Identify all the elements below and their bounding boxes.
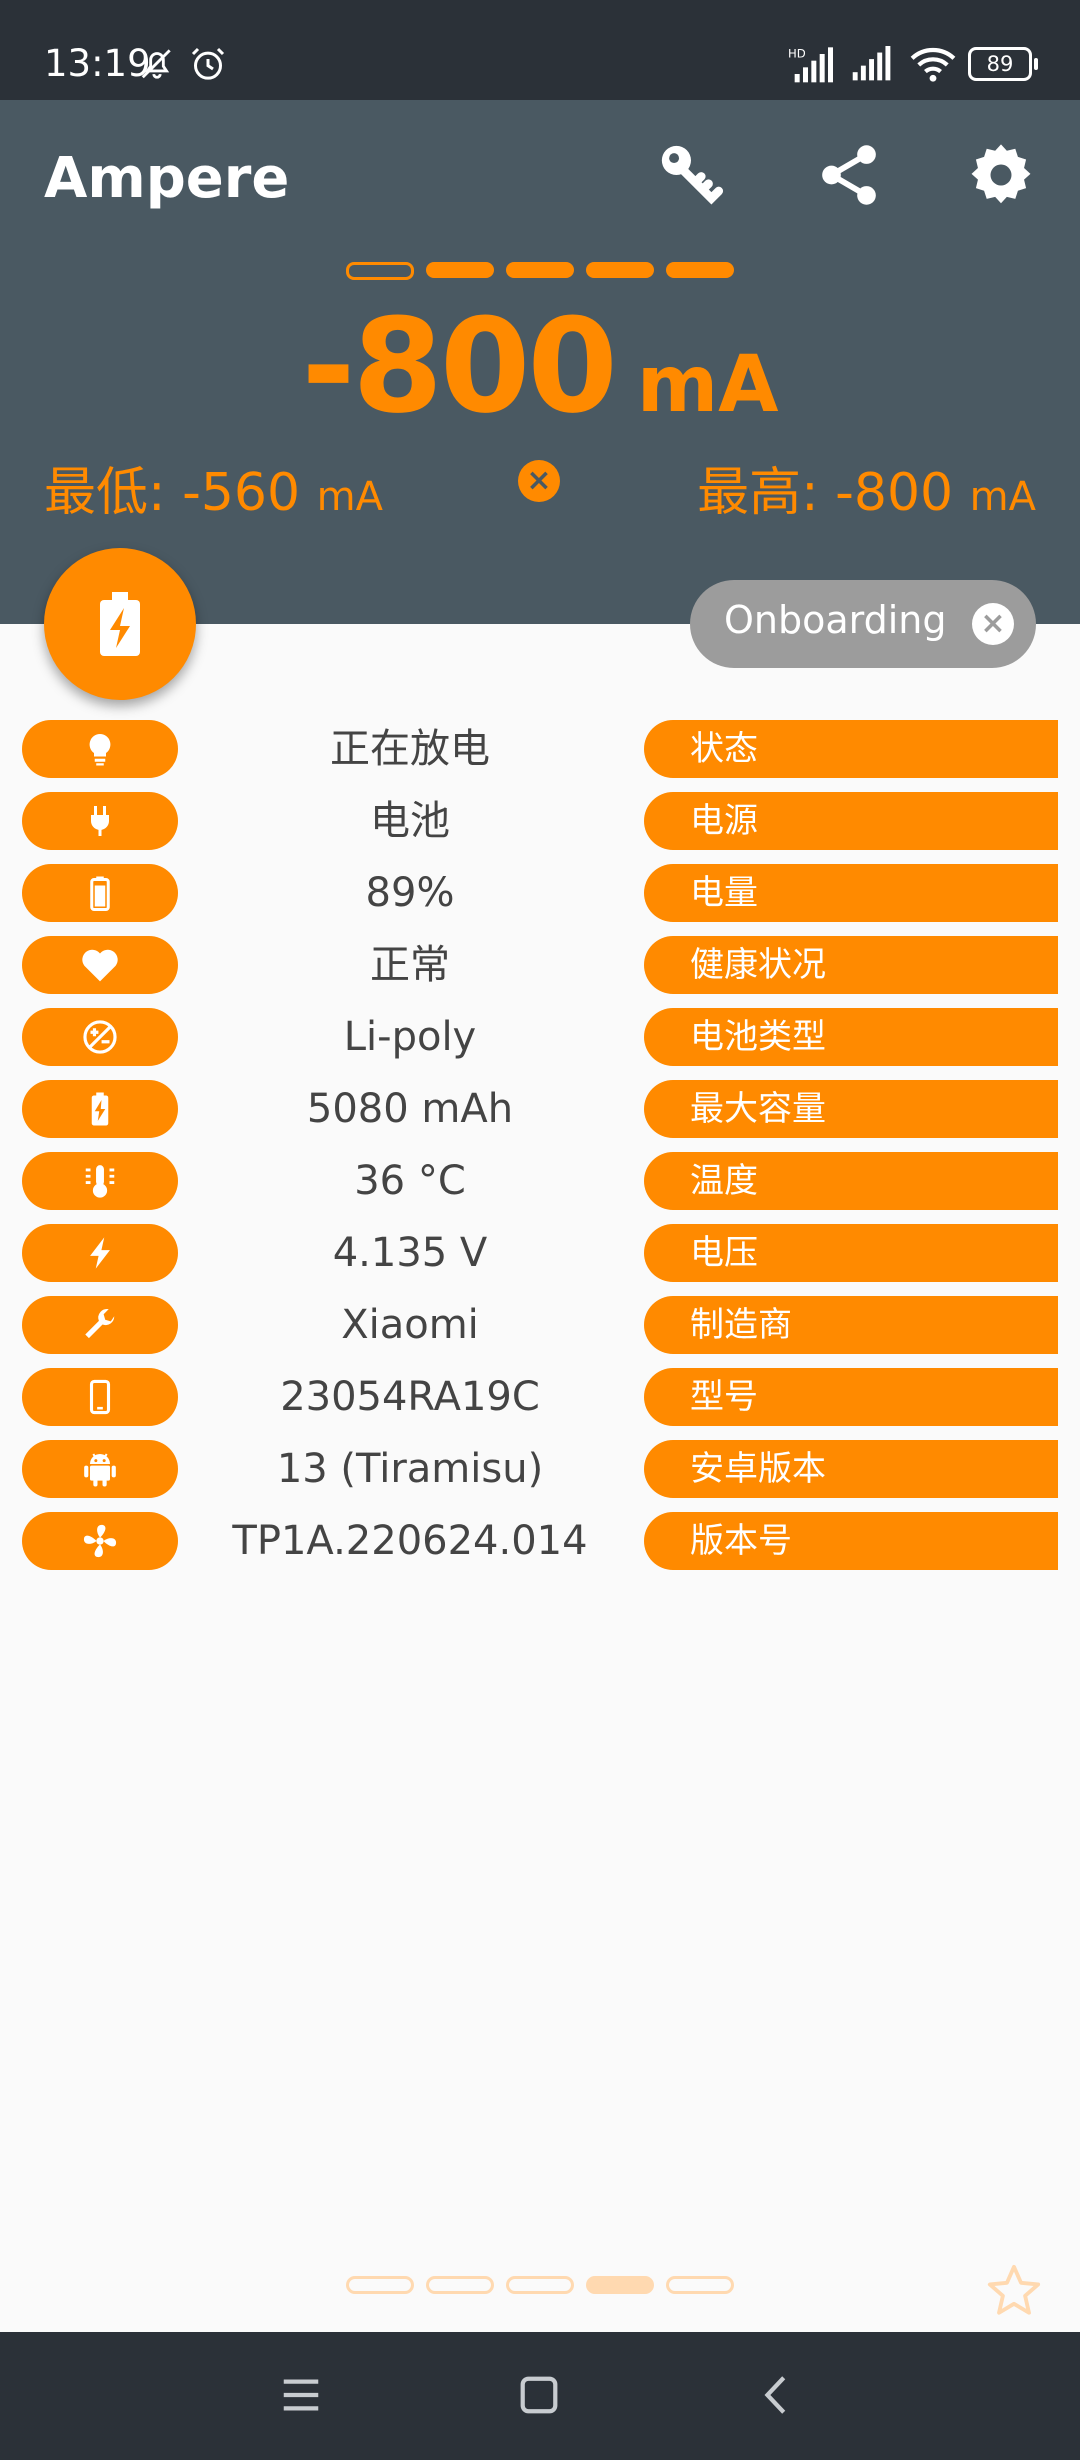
max-value: -800	[835, 463, 954, 523]
settings-gear-icon[interactable]	[966, 140, 1036, 210]
max-unit: mA	[969, 474, 1036, 520]
plug-icon	[22, 792, 178, 850]
current-reading: -800 mA	[0, 290, 1080, 442]
page-dot[interactable]	[506, 2276, 574, 2294]
chip-close-icon[interactable]: ×	[972, 603, 1014, 645]
info-label: 安卓版本	[644, 1440, 1058, 1498]
info-label: 制造商	[644, 1296, 1058, 1354]
key-icon[interactable]	[656, 140, 726, 210]
info-row-manufacturer: Xiaomi 制造商	[0, 1294, 1080, 1366]
min-value: -560	[182, 463, 301, 523]
info-row-status: 正在放电 状态	[0, 718, 1080, 790]
max-label: 最高:	[697, 463, 819, 523]
info-label: 电源	[644, 792, 1058, 850]
min-reading: 最低: -560 mA	[44, 450, 383, 525]
info-value: 正常	[370, 942, 450, 988]
info-row-power-source: 电池 电源	[0, 790, 1080, 862]
svg-text:HD: HD	[788, 46, 806, 60]
info-value: 36 °C	[354, 1158, 466, 1204]
menu-icon[interactable]	[278, 2372, 324, 2418]
wrench-icon	[22, 1296, 178, 1354]
lightning-icon	[22, 1224, 178, 1282]
page-dot[interactable]	[426, 2276, 494, 2294]
home-icon[interactable]	[516, 2372, 562, 2418]
share-icon[interactable]	[814, 140, 884, 210]
heart-icon	[22, 936, 178, 994]
battery-level-indicator: 89	[968, 47, 1038, 81]
info-value: 4.135 V	[332, 1230, 488, 1276]
page-dot[interactable]	[346, 262, 414, 280]
signal-icon	[852, 46, 891, 81]
page-dot[interactable]	[346, 2276, 414, 2294]
page-dot[interactable]	[426, 262, 494, 278]
info-row-model: 23054RA19C 型号	[0, 1366, 1080, 1438]
info-row-android-version: 13 (Tiramisu) 安卓版本	[0, 1438, 1080, 1510]
info-row-capacity: 5080 mAh 最大容量	[0, 1078, 1080, 1150]
battery-info-list: 正在放电 状态 电池 电源 89% 电量 正常 健康状况 Li-poly 电池类…	[0, 718, 1080, 1582]
battery-charging-icon	[22, 1080, 178, 1138]
bulb-icon	[22, 720, 178, 778]
current-unit: mA	[636, 340, 779, 430]
info-label: 版本号	[644, 1512, 1058, 1570]
page-dot[interactable]	[666, 262, 734, 278]
info-value: 电池	[370, 798, 450, 844]
info-label: 健康状况	[644, 936, 1058, 994]
android-icon	[22, 1440, 178, 1498]
page-indicator-bottom	[0, 2276, 1080, 2294]
wifi-icon	[910, 47, 956, 82]
thermometer-icon	[22, 1152, 178, 1210]
page-indicator-top	[0, 262, 1080, 280]
phone-icon	[22, 1368, 178, 1426]
info-label: 温度	[644, 1152, 1058, 1210]
info-value: 正在放电	[330, 726, 490, 772]
battery-charging-icon	[100, 592, 140, 656]
info-value: Xiaomi	[341, 1302, 479, 1348]
signal-hd-icon: HD	[788, 46, 833, 83]
reset-minmax-button[interactable]: ×	[518, 460, 560, 502]
current-value: -800	[301, 290, 618, 442]
max-reading: 最高: -800 mA	[697, 450, 1036, 525]
info-row-build-number: TP1A.220624.014 版本号	[0, 1510, 1080, 1582]
info-value: Li-poly	[343, 1014, 477, 1060]
page-dot-active[interactable]	[586, 2276, 654, 2294]
page-dot[interactable]	[586, 262, 654, 278]
info-label: 电池类型	[644, 1008, 1058, 1066]
info-row-voltage: 4.135 V 电压	[0, 1222, 1080, 1294]
battery-type-icon	[22, 1008, 178, 1066]
system-nav-bar	[0, 2332, 1080, 2460]
info-row-battery-type: Li-poly 电池类型	[0, 1006, 1080, 1078]
alarm-icon	[191, 47, 225, 80]
fan-icon	[22, 1512, 178, 1570]
info-value: 23054RA19C	[280, 1374, 540, 1420]
info-value: TP1A.220624.014	[232, 1518, 588, 1564]
onboarding-chip[interactable]: Onboarding ×	[690, 580, 1036, 668]
info-label: 电压	[644, 1224, 1058, 1282]
app-header: Ampere -800 mA 最低: -560 mA × 最高: -800 mA	[0, 100, 1080, 624]
info-value: 13 (Tiramisu)	[276, 1446, 544, 1492]
min-label: 最低:	[44, 463, 166, 523]
info-row-temperature: 36 °C 温度	[0, 1150, 1080, 1222]
info-label: 最大容量	[644, 1080, 1058, 1138]
min-unit: mA	[316, 474, 383, 520]
info-label: 状态	[644, 720, 1058, 778]
star-icon[interactable]	[984, 2262, 1044, 2320]
info-row-health: 正常 健康状况	[0, 934, 1080, 1006]
page-dot[interactable]	[666, 2276, 734, 2294]
info-value: 89%	[365, 870, 455, 916]
info-label: 电量	[644, 864, 1058, 922]
bell-off-icon	[141, 49, 171, 79]
info-row-level: 89% 电量	[0, 862, 1080, 934]
status-time: 13:19	[44, 42, 151, 85]
app-title: Ampere	[44, 146, 290, 211]
status-bar: 13:19 HD 89	[0, 0, 1080, 100]
page-dot[interactable]	[506, 262, 574, 278]
onboarding-chip-label: Onboarding	[724, 598, 947, 642]
info-label: 型号	[644, 1368, 1058, 1426]
battery-icon	[22, 864, 178, 922]
info-value: 5080 mAh	[306, 1086, 514, 1132]
battery-fab-button[interactable]	[44, 548, 196, 700]
back-icon[interactable]	[754, 2372, 800, 2418]
